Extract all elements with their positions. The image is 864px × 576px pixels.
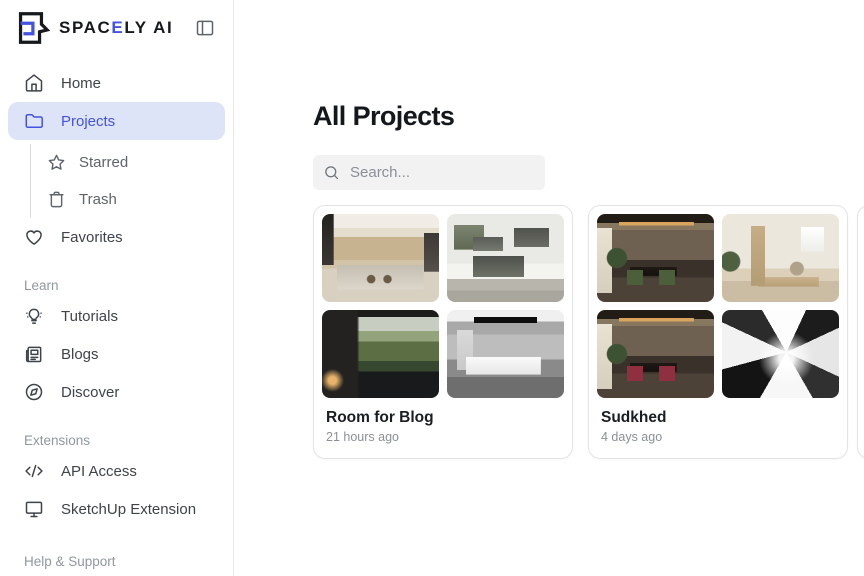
project-thumbnail: [722, 310, 839, 398]
sidebar-item-discover[interactable]: Discover: [8, 373, 225, 411]
section-label-learn: Learn: [8, 278, 225, 293]
project-thumbnail: [447, 310, 564, 398]
sidebar-item-sketchup-extension[interactable]: SketchUp Extension: [8, 490, 225, 528]
brand-text-post: LY AI: [124, 18, 173, 37]
panel-left-icon: [195, 18, 215, 38]
sidebar-item-label: Discover: [61, 384, 119, 401]
sidebar-item-blogs[interactable]: Blogs: [8, 335, 225, 373]
monitor-icon: [24, 499, 44, 519]
project-thumbnail: [597, 310, 714, 398]
thumbnail-grid: [597, 214, 839, 398]
project-thumbnail: [322, 214, 439, 302]
sidebar-item-api-access[interactable]: API Access: [8, 452, 225, 490]
sidebar-item-label: Trash: [79, 191, 117, 208]
sidebar-item-projects[interactable]: Projects: [8, 102, 225, 140]
star-icon: [47, 153, 66, 172]
sidebar-item-tutorials[interactable]: Tutorials: [8, 297, 225, 335]
sidebar-item-label: Projects: [61, 113, 115, 130]
sidebar: SPACELY AI Home Projects Starr: [0, 0, 234, 576]
project-timestamp: 4 days ago: [601, 430, 835, 444]
sidebar-header: SPACELY AI: [0, 0, 233, 56]
brand-stylized-e: E: [111, 18, 124, 37]
project-timestamp: 21 hours ago: [326, 430, 560, 444]
projects-sub-group: Starred Trash: [30, 144, 225, 218]
sidebar-item-starred[interactable]: Starred: [39, 144, 225, 181]
project-name: Sudkhed: [601, 409, 835, 427]
sidebar-item-label: Blogs: [61, 346, 99, 363]
project-thumbnail: [322, 310, 439, 398]
project-search[interactable]: [313, 155, 545, 190]
sidebar-item-label: API Access: [61, 463, 137, 480]
sidebar-item-label: Favorites: [61, 229, 123, 246]
sidebar-item-label: SketchUp Extension: [61, 501, 196, 518]
main-content: All Projects Room for Blog 21 hours ago: [234, 0, 864, 576]
lightbulb-icon: [24, 306, 44, 326]
search-input[interactable]: [348, 163, 535, 182]
help-support-label[interactable]: Help & Support: [8, 554, 225, 569]
project-name: Room for Blog: [326, 409, 560, 427]
project-card-list: Room for Blog 21 hours ago Sudkhed 4 day…: [313, 205, 864, 459]
brand-title: SPACELY AI: [59, 18, 173, 38]
newspaper-icon: [24, 344, 44, 364]
spacely-logo-icon: [12, 9, 50, 47]
sidebar-item-label: Tutorials: [61, 308, 118, 325]
sidebar-item-label: Starred: [79, 154, 128, 171]
code-icon: [24, 461, 44, 481]
folder-icon: [24, 111, 44, 131]
section-label-extensions: Extensions: [8, 433, 225, 448]
search-icon: [323, 164, 340, 181]
project-thumbnail: [722, 214, 839, 302]
page-title: All Projects: [313, 102, 864, 130]
thumbnail-grid: [322, 214, 564, 398]
heart-icon: [24, 227, 44, 247]
compass-icon: [24, 382, 44, 402]
home-icon: [24, 73, 44, 93]
sidebar-item-trash[interactable]: Trash: [39, 181, 225, 218]
sidebar-item-favorites[interactable]: Favorites: [8, 218, 225, 256]
brand-text-pre: SPAC: [59, 18, 111, 37]
sidebar-item-home[interactable]: Home: [8, 64, 225, 102]
project-thumbnail: [447, 214, 564, 302]
project-card-partial[interactable]: [857, 205, 864, 459]
trash-icon: [47, 190, 66, 209]
project-thumbnail: [597, 214, 714, 302]
sidebar-collapse-button[interactable]: [193, 16, 217, 40]
project-card-sudkhed[interactable]: Sudkhed 4 days ago: [588, 205, 848, 459]
sidebar-nav: Home Projects Starred Trash: [0, 56, 233, 569]
sidebar-item-label: Home: [61, 75, 101, 92]
project-card-room-for-blog[interactable]: Room for Blog 21 hours ago: [313, 205, 573, 459]
